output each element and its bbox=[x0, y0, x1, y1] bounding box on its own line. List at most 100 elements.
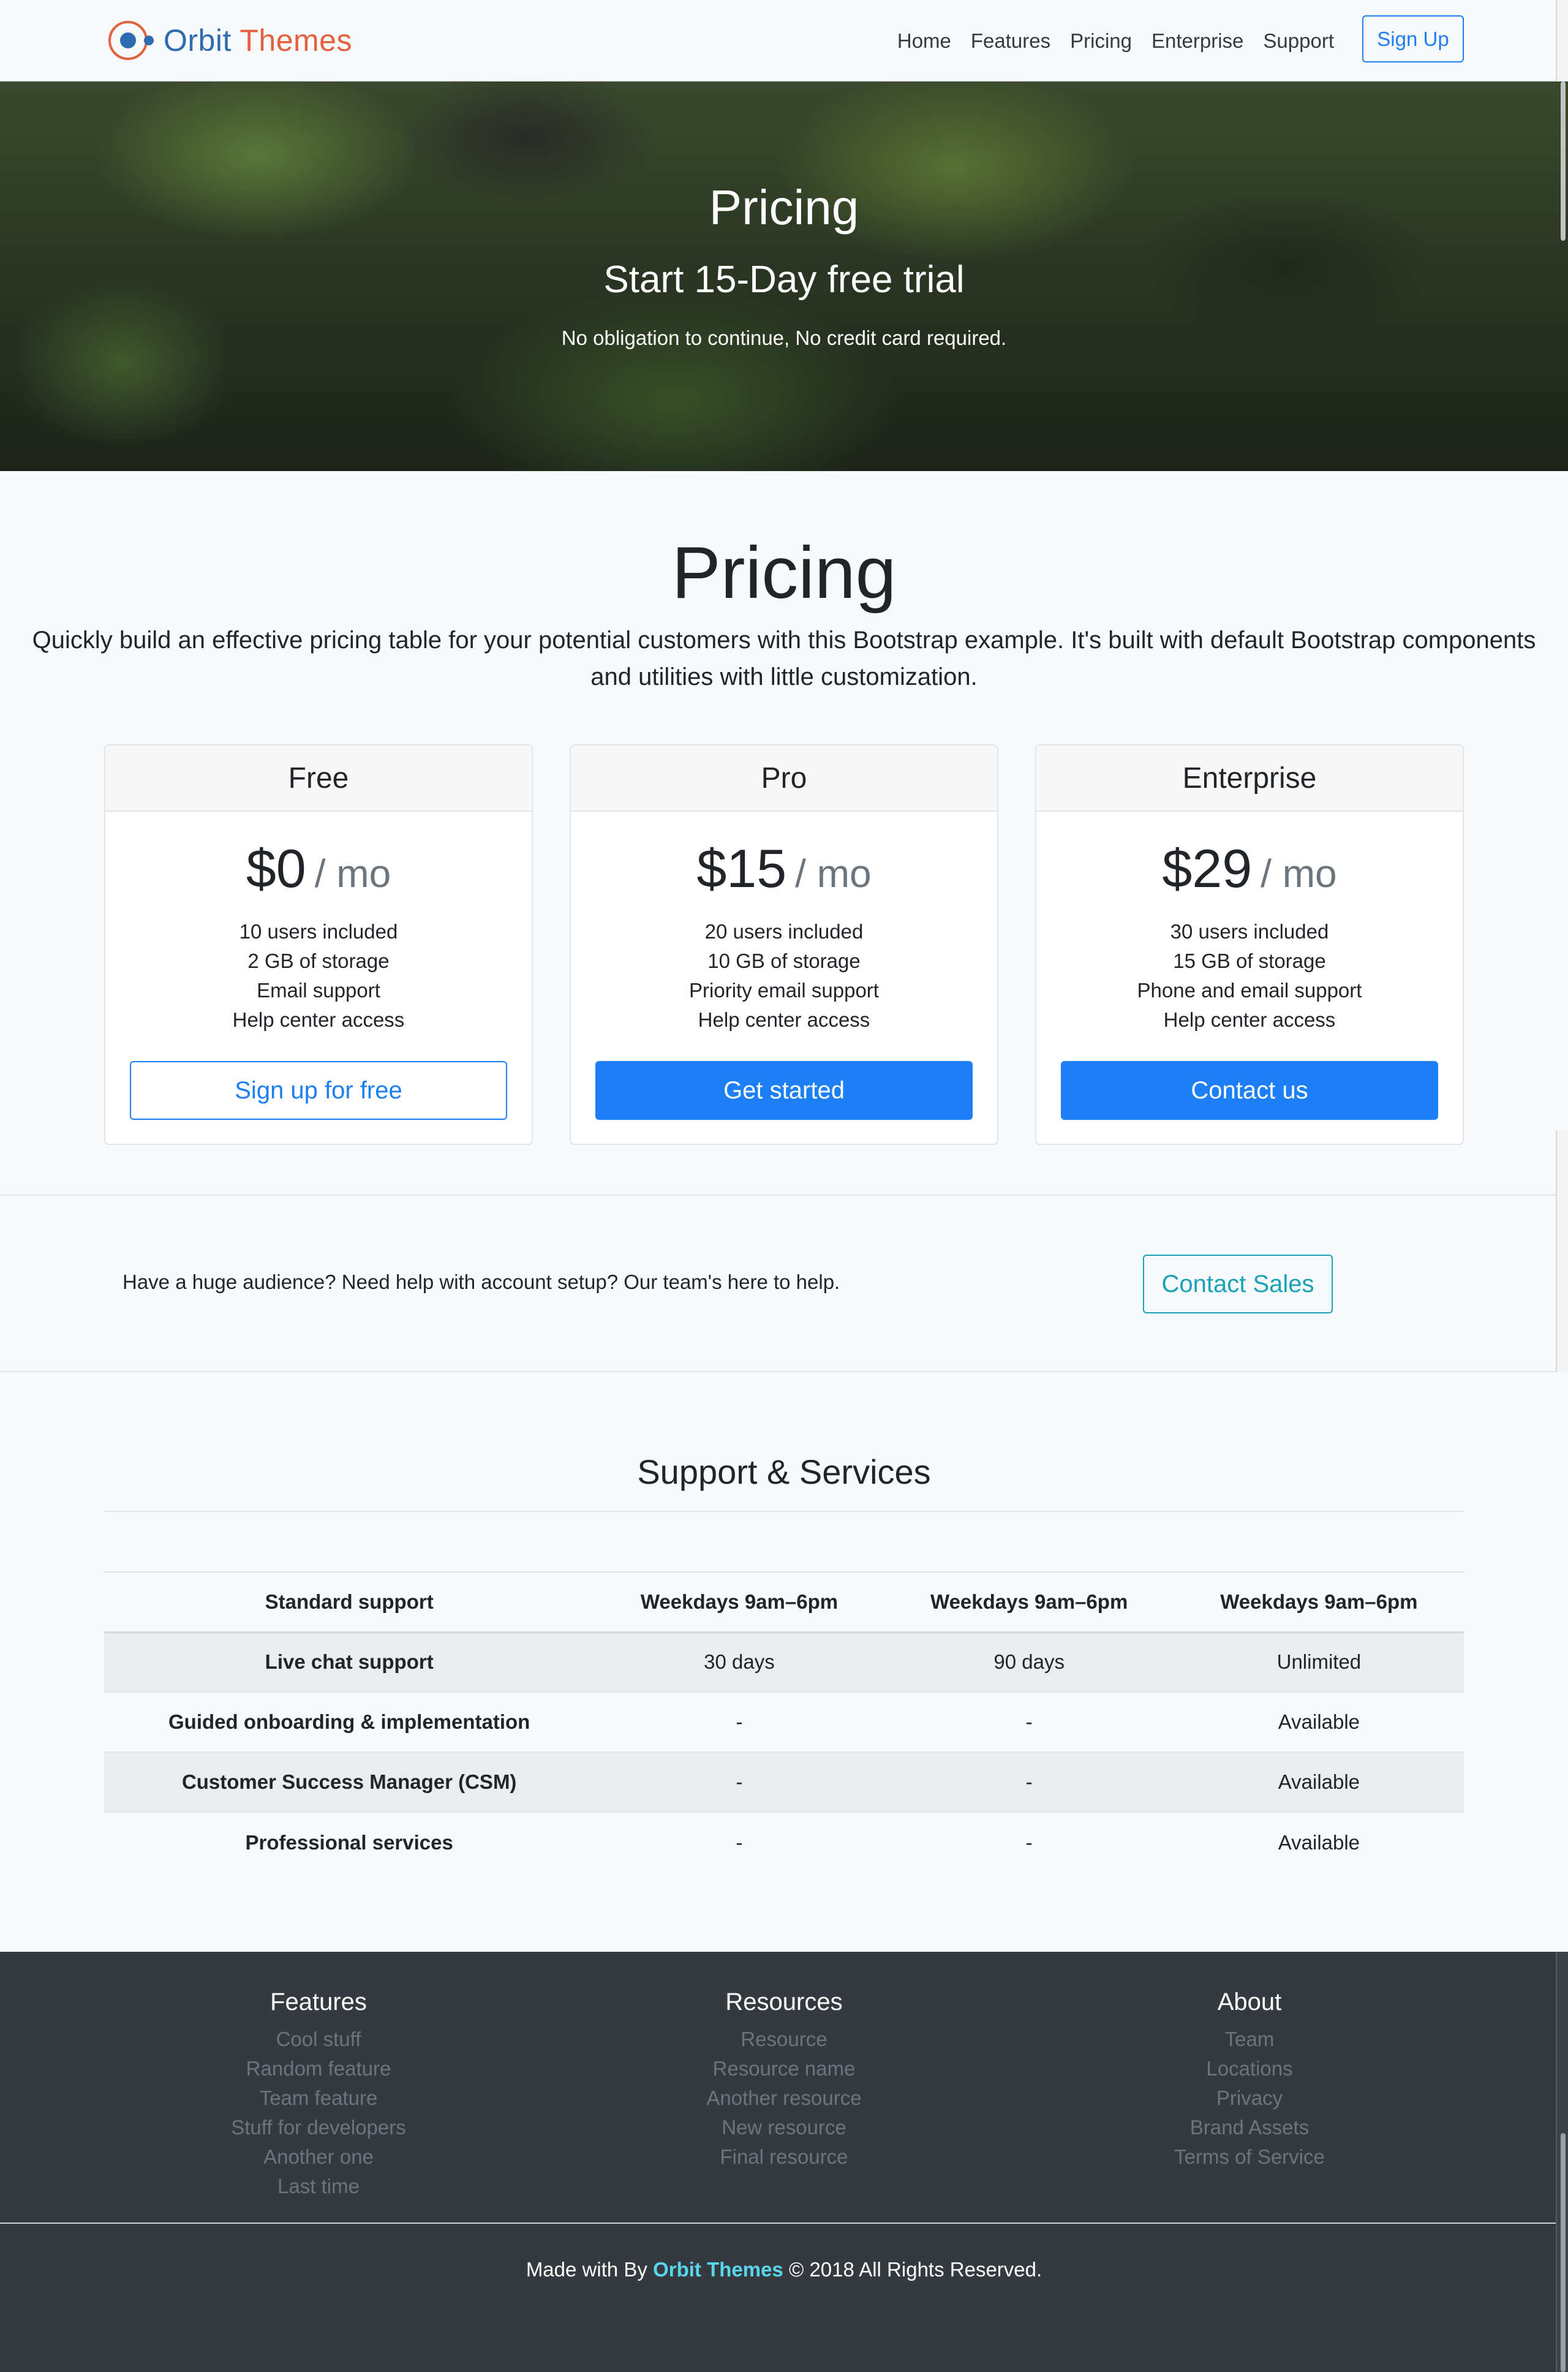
scrollbar-thumb[interactable] bbox=[1561, 2133, 1566, 2372]
footer-column-about: About Team Locations Privacy Brand Asset… bbox=[1066, 1989, 1433, 2172]
price-amount: $15 bbox=[696, 838, 787, 899]
divider bbox=[0, 2223, 1568, 2224]
orbit-logo-icon bbox=[107, 19, 156, 62]
plan-feature: 20 users included bbox=[704, 920, 864, 943]
nav-link-support[interactable]: Support bbox=[1263, 29, 1334, 53]
footer-link[interactable]: Resource name bbox=[600, 2054, 968, 2083]
table-cell: - bbox=[884, 1691, 1174, 1752]
support-heading: Support & Services bbox=[637, 1452, 931, 1491]
footer-link[interactable]: Terms of Service bbox=[1066, 2142, 1433, 2172]
plan-feature: Priority email support bbox=[689, 979, 879, 1002]
plan-features: 30 users included 15 GB of storage Phone… bbox=[1036, 917, 1463, 1035]
footer-link[interactable]: Final resource bbox=[600, 2142, 968, 2172]
table-cell: 30 days bbox=[594, 1631, 884, 1692]
plan-card-pro: Pro $15 / mo 20 users included 10 GB of … bbox=[570, 744, 998, 1145]
plan-feature: 2 GB of storage bbox=[247, 950, 390, 972]
contact-sales-band: Have a huge audience? Need help with acc… bbox=[0, 1195, 1568, 1372]
footer-link[interactable]: Team feature bbox=[135, 2083, 502, 2113]
scrollbar-thumb[interactable] bbox=[1561, 81, 1566, 241]
table-cell: Guided onboarding & implementation bbox=[104, 1691, 595, 1752]
hero-note: No obligation to continue, No credit car… bbox=[561, 327, 1007, 349]
footer: Features Cool stuff Random feature Team … bbox=[0, 1952, 1568, 2372]
footer-column-features: Features Cool stuff Random feature Team … bbox=[135, 1989, 502, 2201]
table-row: Guided onboarding & implementation - - A… bbox=[104, 1691, 1464, 1752]
hero-subtitle: Start 15-Day free trial bbox=[603, 259, 965, 301]
footer-link[interactable]: New resource bbox=[600, 2113, 968, 2142]
table-cell: 90 days bbox=[884, 1631, 1174, 1692]
plan-name: Free bbox=[105, 746, 532, 812]
footer-link[interactable]: Brand Assets bbox=[1066, 2113, 1433, 2142]
plan-feature: Email support bbox=[257, 979, 380, 1002]
plan-feature: Help center access bbox=[698, 1008, 870, 1031]
support-table: Standard support Weekdays 9am–6pm Weekda… bbox=[104, 1571, 1464, 1872]
footer-link[interactable]: Random feature bbox=[135, 2054, 502, 2083]
contact-us-button[interactable]: Contact us bbox=[1061, 1061, 1438, 1120]
table-cell: Weekdays 9am–6pm bbox=[594, 1571, 884, 1633]
nav-menu: Home Features Pricing Enterprise Support bbox=[897, 0, 1334, 81]
table-cell: - bbox=[884, 1751, 1174, 1812]
table-cell: Customer Success Manager (CSM) bbox=[104, 1751, 595, 1812]
footer-link[interactable]: Cool stuff bbox=[135, 2025, 502, 2054]
table-cell: - bbox=[594, 1811, 884, 1872]
nav-link-pricing[interactable]: Pricing bbox=[1070, 29, 1132, 53]
footer-link[interactable]: Resource bbox=[600, 2025, 968, 2054]
footer-scrollbar[interactable] bbox=[1556, 1952, 1568, 2372]
sign-up-free-button[interactable]: Sign up for free bbox=[130, 1061, 507, 1120]
nav-link-enterprise[interactable]: Enterprise bbox=[1152, 29, 1243, 53]
price-period: / mo bbox=[1261, 852, 1337, 896]
footer-link[interactable]: Last time bbox=[135, 2172, 502, 2201]
plan-feature: Help center access bbox=[1163, 1008, 1336, 1031]
plan-features: 20 users included 10 GB of storage Prior… bbox=[571, 917, 997, 1035]
table-row: Customer Success Manager (CSM) - - Avail… bbox=[104, 1751, 1464, 1812]
table-cell: Available bbox=[1174, 1691, 1464, 1752]
nav-link-features[interactable]: Features bbox=[971, 29, 1050, 53]
plan-feature: Phone and email support bbox=[1137, 979, 1362, 1002]
divider bbox=[104, 1511, 1464, 1512]
plan-card-free: Free $0 / mo 10 users included 2 GB of s… bbox=[104, 744, 533, 1145]
brand-logo-link[interactable]: Orbit Themes bbox=[107, 18, 352, 62]
footer-heading: Features bbox=[270, 1989, 367, 2015]
table-cell: Professional services bbox=[104, 1811, 595, 1872]
table-row: Standard support Weekdays 9am–6pm Weekda… bbox=[104, 1571, 1464, 1633]
footer-link[interactable]: Another resource bbox=[600, 2083, 968, 2113]
price-period: / mo bbox=[795, 852, 872, 896]
plan-feature: 10 users included bbox=[239, 920, 398, 943]
table-cell: - bbox=[594, 1691, 884, 1752]
navbar: Orbit Themes Home Features Pricing Enter… bbox=[0, 0, 1568, 81]
table-cell: Available bbox=[1174, 1811, 1464, 1872]
plan-name: Enterprise bbox=[1036, 746, 1463, 812]
footer-link[interactable]: Another one bbox=[135, 2142, 502, 2172]
plan-feature: 10 GB of storage bbox=[707, 950, 861, 972]
contact-sales-button[interactable]: Contact Sales bbox=[1143, 1255, 1333, 1313]
get-started-button[interactable]: Get started bbox=[595, 1061, 973, 1120]
plan-feature: 15 GB of storage bbox=[1173, 950, 1326, 972]
plan-name: Pro bbox=[571, 746, 997, 812]
navbar-scrollbar[interactable] bbox=[1556, 0, 1568, 81]
table-cell: Available bbox=[1174, 1751, 1464, 1812]
nav-link-home[interactable]: Home bbox=[897, 29, 951, 53]
copyright-suffix: © 2018 All Rights Reserved. bbox=[788, 2258, 1042, 2281]
footer-column-resources: Resources Resource Resource name Another… bbox=[600, 1989, 968, 2172]
table-cell: Live chat support bbox=[104, 1631, 595, 1692]
footer-link[interactable]: Stuff for developers bbox=[135, 2113, 502, 2142]
signup-button[interactable]: Sign Up bbox=[1362, 15, 1464, 62]
plan-feature: 30 users included bbox=[1170, 920, 1329, 943]
plan-feature: Help center access bbox=[232, 1008, 405, 1031]
footer-link[interactable]: Locations bbox=[1066, 2054, 1433, 2083]
price-amount: $29 bbox=[1162, 838, 1253, 899]
cta-text: Have a huge audience? Need help with acc… bbox=[123, 1271, 840, 1293]
plan-price: $15 / mo bbox=[571, 837, 997, 899]
footer-link[interactable]: Privacy bbox=[1066, 2083, 1433, 2113]
table-row: Live chat support 30 days 90 days Unlimi… bbox=[104, 1631, 1464, 1692]
footer-link[interactable]: Team bbox=[1066, 2025, 1433, 2054]
plan-card-enterprise: Enterprise $29 / mo 30 users included 15… bbox=[1035, 744, 1464, 1145]
footer-brand-link[interactable]: Orbit Themes bbox=[653, 2258, 783, 2281]
footer-heading: Resources bbox=[725, 1989, 843, 2015]
cta-scrollbar[interactable] bbox=[1556, 1130, 1568, 1372]
page-scrollbar-upper[interactable] bbox=[1556, 81, 1568, 1195]
plan-features: 10 users included 2 GB of storage Email … bbox=[105, 917, 532, 1035]
copyright: Made with By Orbit Themes © 2018 All Rig… bbox=[0, 2258, 1568, 2281]
table-row: Professional services - - Available bbox=[104, 1811, 1464, 1872]
copyright-prefix: Made with By bbox=[526, 2258, 647, 2281]
plan-price: $0 / mo bbox=[105, 837, 532, 899]
